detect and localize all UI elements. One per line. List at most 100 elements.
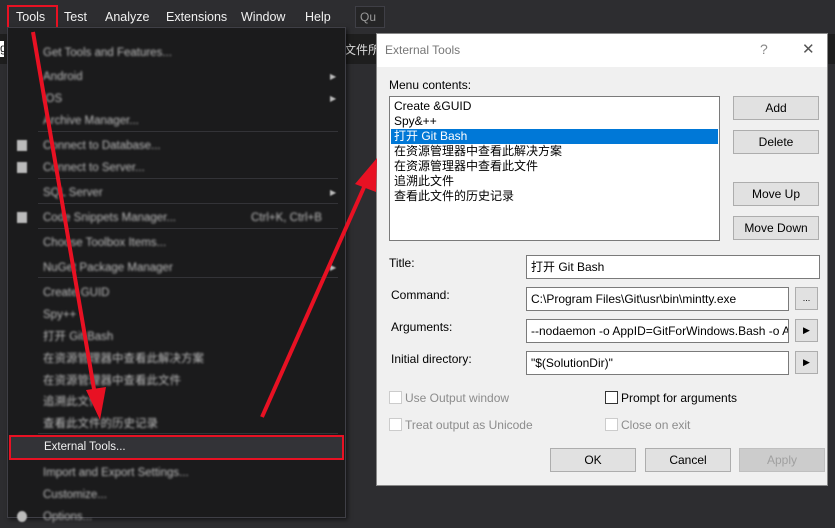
menu-item[interactable]: Get Tools and Features... <box>8 42 345 64</box>
menu-extensions[interactable]: Extensions <box>166 10 227 24</box>
menu-item-label: Customize... <box>43 489 107 501</box>
menu-item-label: NuGet Package Manager <box>43 262 173 274</box>
menu-test[interactable]: Test <box>64 10 87 24</box>
list-item[interactable]: Create &GUID <box>391 99 718 114</box>
submenu-arrow-icon: ▶ <box>330 94 337 103</box>
dialog-title-bar: External Tools ? ✕ <box>377 34 827 67</box>
submenu-arrow-icon: ▶ <box>330 263 337 272</box>
menu-item[interactable]: Connect to Server... <box>8 157 345 179</box>
menu-item[interactable]: 在资源管理器中查看此解决方案 <box>8 348 345 370</box>
menu-item-label: Archive Manager... <box>43 115 139 127</box>
menu-help[interactable]: Help <box>305 10 331 24</box>
tools-menu: Get Tools and Features... Android ▶ iOS ▶ Arc… <box>7 27 346 523</box>
menu-item[interactable]: Options... <box>8 506 345 528</box>
title-label: Title: <box>389 256 415 270</box>
database-icon <box>17 140 27 151</box>
background-tab-text: g <box>0 41 4 57</box>
arguments-label: Arguments: <box>391 320 453 334</box>
menu-item[interactable]: 查看此文件的历史记录 <box>8 413 345 435</box>
menu-window[interactable]: Window <box>241 10 285 24</box>
arguments-input[interactable]: --nodaemon -o AppID=GitForWindows.Bash -… <box>526 319 789 343</box>
menu-item[interactable]: Archive Manager... <box>8 110 345 132</box>
prompt-for-arguments-label: Prompt for arguments <box>621 391 738 405</box>
menu-item-label: 打开 Git Bash <box>43 331 114 343</box>
menu-item[interactable]: Android ▶ <box>8 66 345 88</box>
list-item[interactable]: Spy&++ <box>391 114 718 129</box>
menu-item-label: 查看此文件的历史记录 <box>43 418 158 430</box>
list-item[interactable]: 追溯此文件 <box>391 174 718 189</box>
menu-item[interactable]: Code Snippets Manager... Ctrl+K, Ctrl+B <box>8 207 345 229</box>
menu-item-label: Options... <box>43 511 93 523</box>
use-output-window-label: Use Output window <box>405 391 510 405</box>
delete-button[interactable]: Delete <box>733 130 819 154</box>
move-down-button[interactable]: Move Down <box>733 216 819 240</box>
add-button[interactable]: Add <box>733 96 819 120</box>
quick-launch-input[interactable]: Qu <box>355 6 385 28</box>
arguments-macro-button[interactable]: ▶ <box>795 319 818 342</box>
menu-item[interactable]: NuGet Package Manager ▶ <box>8 257 345 279</box>
external-tools-dialog: External Tools ? ✕ Menu contents: Create… <box>376 33 828 486</box>
menu-item-label: Code Snippets Manager... <box>43 212 176 224</box>
list-item[interactable]: 在资源管理器中查看此解决方案 <box>391 144 718 159</box>
use-output-window-checkbox[interactable] <box>389 391 402 404</box>
initial-directory-macro-button[interactable]: ▶ <box>795 351 818 374</box>
cancel-button[interactable]: Cancel <box>645 448 731 472</box>
server-icon <box>17 162 27 173</box>
menu-contents-label: Menu contents: <box>389 78 472 92</box>
menu-item-label: Create GUID <box>43 287 110 299</box>
list-item[interactable]: 在资源管理器中查看此文件 <box>391 159 718 174</box>
initial-directory-input[interactable]: "$(SolutionDir)" <box>526 351 789 375</box>
menu-item-label: Spy++ <box>43 309 77 321</box>
close-button[interactable]: ✕ <box>802 40 815 58</box>
menu-item-label: 追溯此文件 <box>43 396 101 408</box>
menu-item[interactable]: Create GUID <box>8 282 345 304</box>
menu-item-label: SQL Server <box>43 187 103 199</box>
background-tab-text: 文件所 <box>343 43 380 57</box>
menu-analyze[interactable]: Analyze <box>105 10 149 24</box>
apply-button[interactable]: Apply <box>739 448 825 472</box>
menu-item[interactable]: Choose Toolbox Items... <box>8 232 345 254</box>
arrow-head-up <box>355 158 377 192</box>
snippet-icon <box>17 212 27 223</box>
list-item[interactable]: 打开 Git Bash <box>391 129 718 144</box>
menu-item-label: Android <box>43 71 83 83</box>
prompt-for-arguments-checkbox[interactable] <box>605 391 618 404</box>
ok-button[interactable]: OK <box>550 448 636 472</box>
gear-icon <box>17 511 27 522</box>
menu-item[interactable]: Customize... <box>8 484 345 506</box>
menu-item[interactable]: External Tools... <box>9 435 344 460</box>
menu-item[interactable]: SQL Server ▶ <box>8 182 345 204</box>
menu-item[interactable]: Spy++ <box>8 304 345 326</box>
menu-item[interactable]: Import and Export Settings... <box>8 462 345 484</box>
menu-item-label: Connect to Server... <box>43 162 145 174</box>
treat-output-unicode-label: Treat output as Unicode <box>405 418 533 432</box>
menu-item[interactable]: 打开 Git Bash <box>8 326 345 348</box>
treat-output-unicode-checkbox[interactable] <box>389 418 402 431</box>
browse-button[interactable]: ... <box>795 287 818 310</box>
menu-item-shortcut: Ctrl+K, Ctrl+B <box>251 212 322 224</box>
initial-directory-label: Initial directory: <box>391 352 472 366</box>
menu-item-label: 在资源管理器中查看此解决方案 <box>43 353 204 365</box>
menu-item[interactable]: Connect to Database... <box>8 135 345 157</box>
menu-contents-list[interactable]: Create &GUID Spy&++ 打开 Git Bash 在资源管理器中查看此解… <box>389 96 720 241</box>
title-input[interactable]: 打开 Git Bash <box>526 255 820 279</box>
close-on-exit-label: Close on exit <box>621 418 691 432</box>
menu-item[interactable]: 在资源管理器中查看此文件 <box>8 370 345 392</box>
menu-item-label: iOS <box>43 93 63 105</box>
submenu-arrow-icon: ▶ <box>330 188 337 197</box>
help-button[interactable]: ? <box>760 41 768 57</box>
menu-item[interactable]: 追溯此文件 <box>8 391 345 413</box>
command-label: Command: <box>391 288 450 302</box>
list-item[interactable]: 查看此文件的历史记录 <box>391 189 718 204</box>
command-input[interactable]: C:\Program Files\Git\usr\bin\mintty.exe <box>526 287 789 311</box>
menu-item[interactable]: iOS ▶ <box>8 88 345 110</box>
menu-item-label: Choose Toolbox Items... <box>43 237 167 249</box>
menu-item-label: Get Tools and Features... <box>43 47 172 59</box>
close-on-exit-checkbox[interactable] <box>605 418 618 431</box>
menu-item-label: 在资源管理器中查看此文件 <box>43 375 181 387</box>
move-up-button[interactable]: Move Up <box>733 182 819 206</box>
menu-item-label: Connect to Database... <box>43 140 161 152</box>
submenu-arrow-icon: ▶ <box>330 72 337 81</box>
dialog-title: External Tools <box>385 43 461 57</box>
menu-item-label: Import and Export Settings... <box>43 467 189 479</box>
